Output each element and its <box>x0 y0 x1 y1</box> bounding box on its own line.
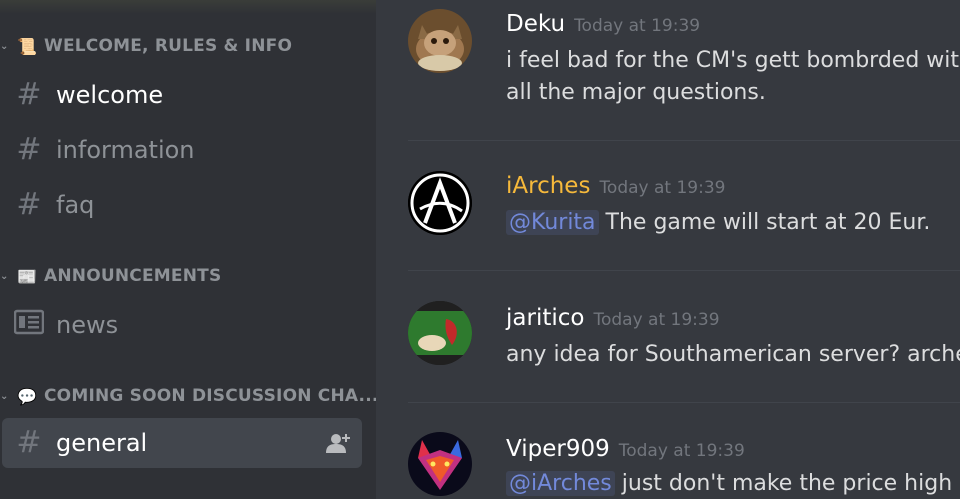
message-divider <box>408 140 960 141</box>
message-header: Deku Today at 19:39 <box>506 11 700 37</box>
channel-sidebar: ⌄ 📜 WELCOME, RULES & INFO # welcome # in… <box>0 0 376 499</box>
timestamp: Today at 19:39 <box>599 178 726 198</box>
username[interactable]: jaritico <box>506 305 584 331</box>
message-text: @Kurita The game will start at 20 Eur. <box>506 207 960 239</box>
chevron-down-icon: ⌄ <box>0 270 9 282</box>
avatar[interactable] <box>408 301 472 365</box>
speech-balloon-emoji-icon: 💬 <box>16 386 38 406</box>
message-divider <box>408 270 960 271</box>
message-header: iArches Today at 19:39 <box>506 173 726 199</box>
avatar[interactable] <box>408 171 472 235</box>
message-divider <box>408 402 960 403</box>
message-text: any idea for Southamerican server? arche… <box>506 342 960 367</box>
chevron-down-icon: ⌄ <box>0 390 9 402</box>
message-list: Deku Today at 19:39 i feel bad for the C… <box>376 0 960 499</box>
channel-news[interactable]: news <box>2 300 362 350</box>
category-label: COMING SOON DISCUSSION CHA... <box>44 386 376 406</box>
category-welcome-rules-info[interactable]: ⌄ 📜 WELCOME, RULES & INFO <box>0 34 292 58</box>
sidebar-header-fade <box>0 0 376 14</box>
channel-label: general <box>56 429 148 457</box>
news-channel-icon <box>13 309 45 341</box>
channel-information[interactable]: # information <box>2 125 362 175</box>
message-text-line: all the major questions. <box>506 80 766 105</box>
channel-label: welcome <box>56 81 164 109</box>
user-mention[interactable]: @Kurita <box>506 210 599 235</box>
category-label: WELCOME, RULES & INFO <box>44 36 293 56</box>
scroll-emoji-icon: 📜 <box>16 36 38 56</box>
message-text-content: just don't make the price high af X <box>621 471 960 496</box>
hash-icon: # <box>16 187 42 222</box>
avatar[interactable] <box>408 432 472 496</box>
channel-welcome[interactable]: # welcome <box>2 70 362 120</box>
chevron-down-icon: ⌄ <box>0 40 9 52</box>
category-label: ANNOUNCEMENTS <box>44 266 222 286</box>
message-header: Viper909 Today at 19:39 <box>506 436 745 462</box>
message-text-content: The game will start at 20 Eur. <box>605 210 931 235</box>
add-member-icon[interactable] <box>324 428 354 458</box>
username[interactable]: iArches <box>506 173 590 199</box>
channel-faq[interactable]: # faq <box>2 180 362 230</box>
hash-icon: # <box>16 77 42 112</box>
message-text: @iArches just don't make the price high … <box>506 468 960 499</box>
avatar[interactable] <box>408 9 472 73</box>
message-header: jaritico Today at 19:39 <box>506 305 720 331</box>
username[interactable]: Deku <box>506 11 565 37</box>
timestamp: Today at 19:39 <box>574 16 701 36</box>
user-mention[interactable]: @iArches <box>506 471 615 496</box>
channel-label: news <box>56 311 119 339</box>
message-text-line: i feel bad for the CM's gett bombrded wi… <box>506 48 960 73</box>
hash-icon: # <box>16 425 42 460</box>
timestamp: Today at 19:39 <box>618 441 745 461</box>
timestamp: Today at 19:39 <box>593 310 720 330</box>
category-announcements[interactable]: ⌄ 📰 ANNOUNCEMENTS <box>0 264 221 288</box>
channel-label: faq <box>56 191 95 219</box>
channel-general[interactable]: # general <box>2 418 362 468</box>
channel-label: information <box>56 136 195 164</box>
category-coming-soon-discussion[interactable]: ⌄ 💬 COMING SOON DISCUSSION CHA... <box>0 384 376 408</box>
newspaper-emoji-icon: 📰 <box>16 266 38 286</box>
hash-icon: # <box>16 132 42 167</box>
username[interactable]: Viper909 <box>506 436 610 462</box>
